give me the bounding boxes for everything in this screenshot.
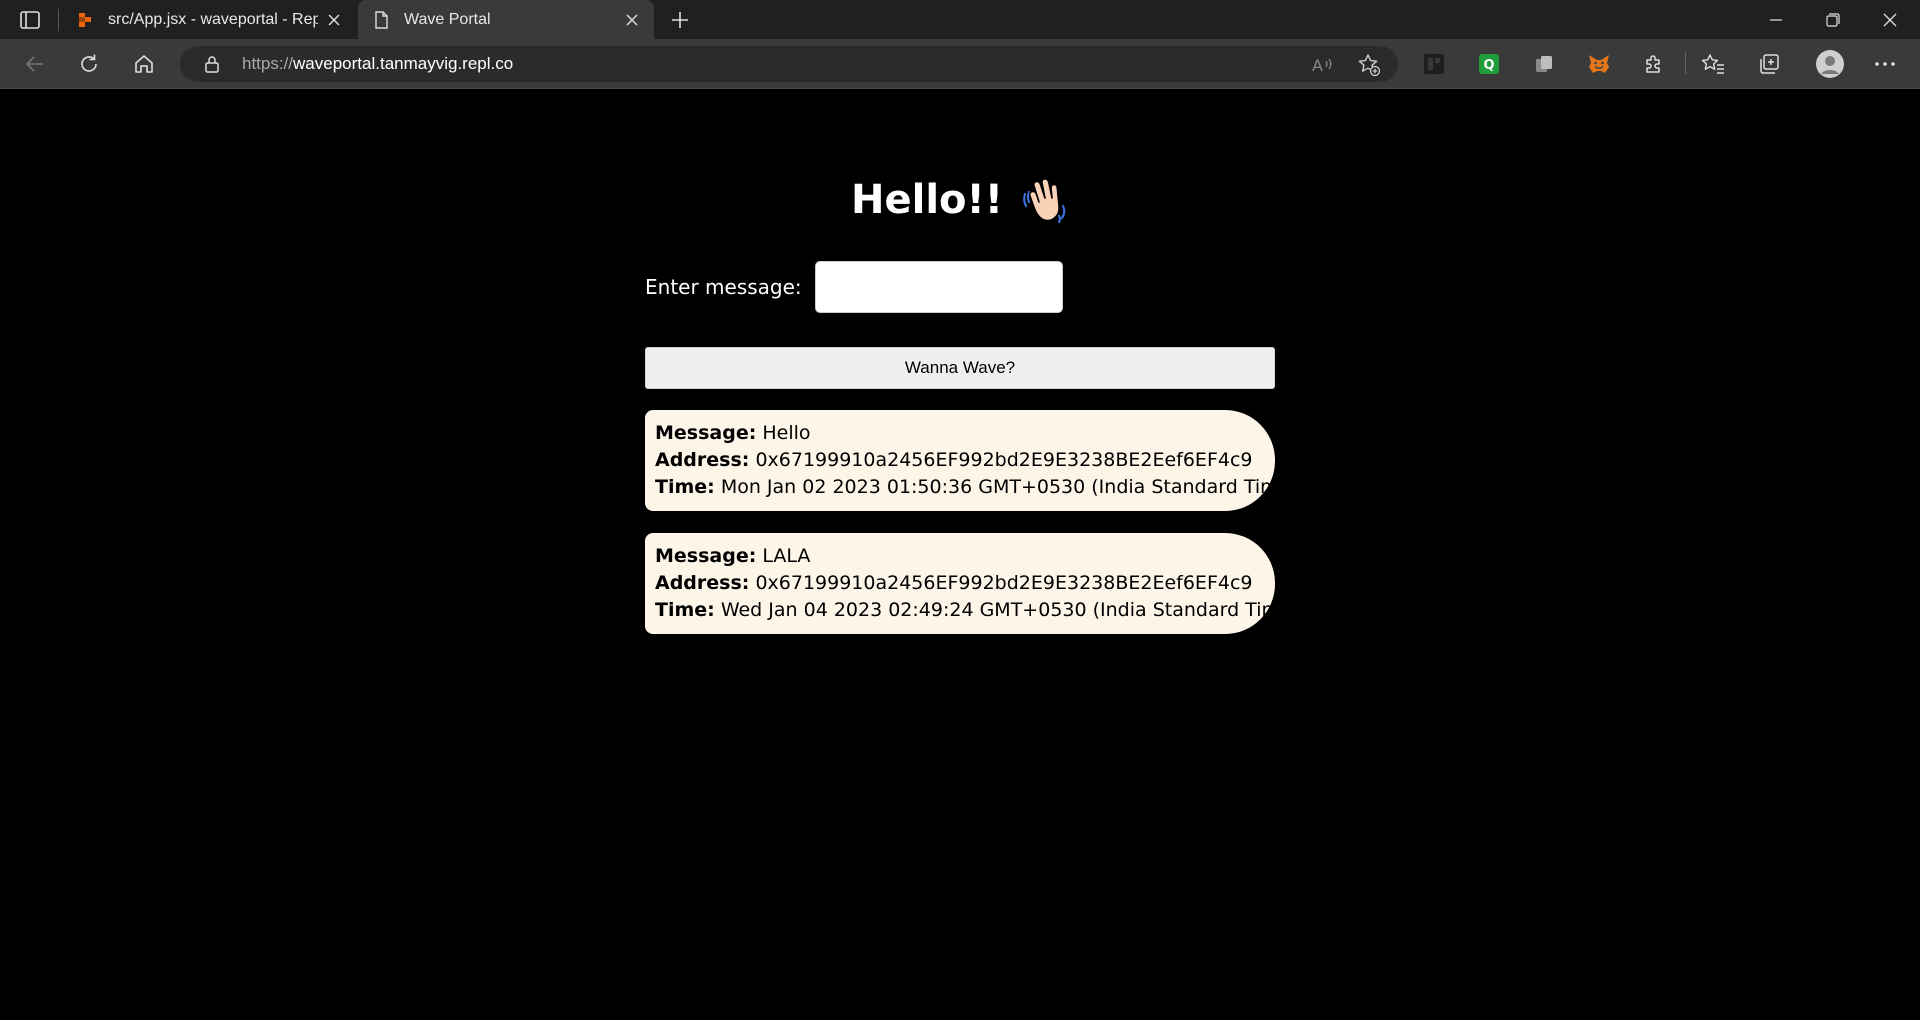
wave-time-row: Time: Mon Jan 02 2023 01:50:36 GMT+0530 …: [655, 474, 1298, 501]
heading-text: Hello!!: [851, 177, 1003, 223]
extension-copy-icon[interactable]: [1531, 51, 1557, 77]
toolbar-separator: [1685, 52, 1686, 74]
waving-hand-icon: [1021, 176, 1069, 224]
page-icon: [372, 10, 390, 29]
minimize-icon[interactable]: [1748, 0, 1804, 39]
message-key: Message:: [655, 545, 757, 567]
replit-icon: [76, 11, 94, 29]
address-value: 0x67199910a2456EF992bd2E9E3238BE2Eef6EF4…: [755, 572, 1253, 594]
address-value: 0x67199910a2456EF992bd2E9E3238BE2Eef6EF4…: [755, 449, 1253, 471]
page-content: Hello!! Enter message: Wanna Wave? Messa…: [0, 90, 1920, 1020]
extension-q-icon[interactable]: Q: [1476, 51, 1502, 77]
message-input[interactable]: [814, 261, 1063, 313]
message-value: Hello: [762, 422, 811, 444]
profile-avatar-icon[interactable]: [1813, 47, 1847, 81]
browser-toolbar: https://waveportal.tanmayvig.repl.co A Q: [0, 39, 1920, 89]
svg-text:Q: Q: [1483, 58, 1494, 73]
wave-address-row: Address: 0x67199910a2456EF992bd2E9E3238B…: [655, 447, 1265, 474]
wave-button[interactable]: Wanna Wave?: [645, 347, 1275, 389]
message-value: LALA: [762, 545, 811, 567]
message-input-label: Enter message:: [645, 275, 802, 299]
more-menu-icon[interactable]: [1872, 51, 1898, 77]
wave-time-row: Time: Wed Jan 04 2023 02:49:24 GMT+0530 …: [655, 597, 1299, 624]
tab-bar: src/App.jsx - waveportal - Replit Wave P…: [0, 0, 1920, 39]
tab-title: src/App.jsx - waveportal - Replit: [108, 10, 318, 28]
tab-close-icon[interactable]: [318, 4, 350, 36]
back-icon[interactable]: [18, 48, 52, 80]
address-key: Address:: [655, 572, 750, 594]
tab-wave-portal[interactable]: Wave Portal: [358, 0, 654, 39]
tab-separator: [58, 9, 59, 31]
svg-text:A: A: [1312, 56, 1323, 75]
tab-actions-icon[interactable]: [18, 9, 42, 31]
restore-icon[interactable]: [1805, 0, 1861, 39]
url-text: https://waveportal.tanmayvig.repl.co: [242, 54, 513, 74]
message-form: Enter message:: [645, 261, 1063, 313]
tab-replit[interactable]: src/App.jsx - waveportal - Replit: [62, 0, 356, 39]
wave-card: Message: Hello Address: 0x67199910a2456E…: [645, 410, 1298, 511]
time-value: Wed Jan 04 2023 02:49:24 GMT+0530 (India…: [720, 599, 1300, 621]
tab-title: Wave Portal: [404, 10, 491, 28]
time-key: Time:: [655, 599, 715, 621]
tab-close-icon[interactable]: [616, 4, 648, 36]
time-value: Mon Jan 02 2023 01:50:36 GMT+0530 (India…: [720, 476, 1298, 498]
wave-card: Message: LALA Address: 0x67199910a2456EF…: [645, 533, 1299, 634]
message-key: Message:: [655, 422, 757, 444]
extensions-puzzle-icon[interactable]: [1641, 51, 1667, 77]
read-aloud-icon[interactable]: A: [1310, 52, 1336, 78]
metamask-fox-icon[interactable]: [1586, 51, 1612, 77]
extension-dark-icon[interactable]: [1421, 51, 1447, 77]
wave-address-row: Address: 0x67199910a2456EF992bd2E9E3238B…: [655, 570, 1265, 597]
new-tab-icon[interactable]: [664, 4, 696, 36]
favorites-icon[interactable]: [1700, 51, 1726, 77]
address-key: Address:: [655, 449, 750, 471]
refresh-icon[interactable]: [72, 48, 106, 80]
page-heading: Hello!!: [645, 176, 1275, 224]
url-scheme: https://: [242, 54, 294, 73]
time-key: Time:: [655, 476, 715, 498]
url-host: waveportal.tanmayvig.repl.co: [293, 54, 514, 73]
wave-message-row: Message: LALA: [655, 543, 1265, 570]
collections-icon[interactable]: [1756, 51, 1782, 77]
add-favorite-icon[interactable]: [1356, 52, 1382, 78]
home-icon[interactable]: [127, 48, 161, 80]
wave-message-row: Message: Hello: [655, 420, 1265, 447]
lock-icon[interactable]: [202, 54, 222, 74]
address-bar[interactable]: https://waveportal.tanmayvig.repl.co A: [180, 46, 1398, 82]
close-window-icon[interactable]: [1862, 0, 1918, 39]
